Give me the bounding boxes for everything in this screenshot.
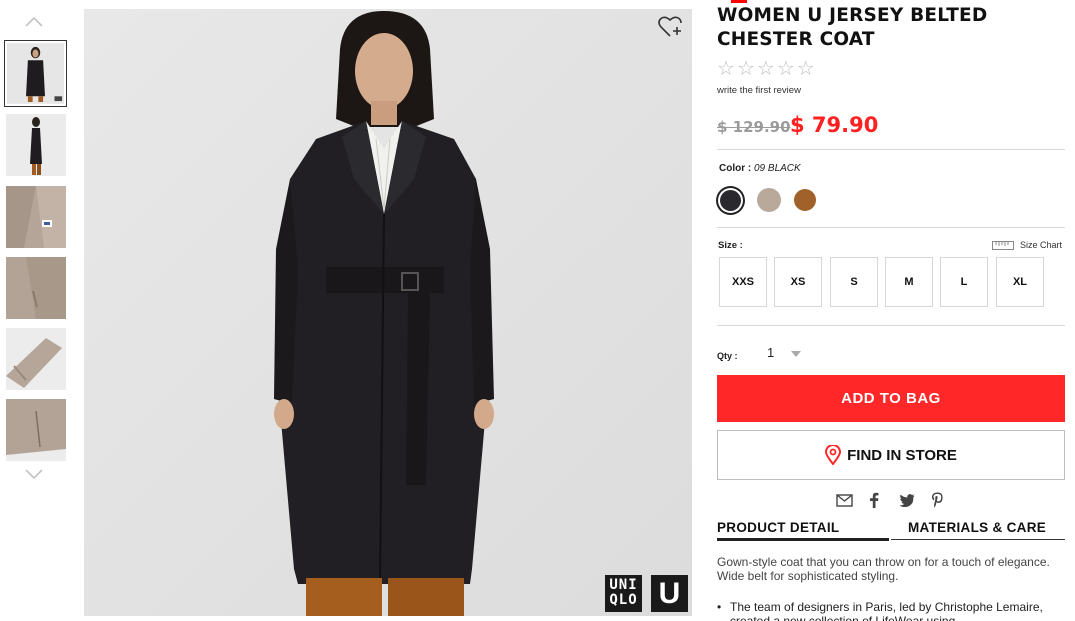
color-label: Color : 09 BLACK xyxy=(719,163,801,174)
color-swatch-beige[interactable] xyxy=(757,188,781,212)
color-swatch-black[interactable] xyxy=(720,190,741,211)
size-label: Size : xyxy=(718,240,743,251)
add-to-bag-button[interactable]: ADD TO BAG xyxy=(717,375,1065,422)
color-value: 09 BLACK xyxy=(754,163,801,174)
model-illustration xyxy=(84,9,692,616)
tab-underline xyxy=(891,539,1065,540)
star-icon[interactable]: ☆ xyxy=(757,59,775,79)
product-main-image[interactable]: UNI QLO U xyxy=(84,9,692,616)
thumbnail-sleeve[interactable] xyxy=(6,328,66,390)
rating-stars[interactable]: ☆ ☆ ☆ ☆ ☆ xyxy=(717,59,815,79)
thumbnail-collar[interactable] xyxy=(6,186,66,248)
thumbnail-side[interactable] xyxy=(6,114,66,176)
bullet-dot: • xyxy=(717,600,722,614)
product-info-panel: WOMEN U JERSEY BELTED CHESTER COAT ☆ ☆ ☆… xyxy=(717,0,1065,621)
tab-materials-care[interactable]: MATERIALS & CARE xyxy=(908,520,1046,540)
size-chart-label: Size Chart xyxy=(1020,240,1063,250)
size-chart-link[interactable]: Size Chart xyxy=(992,240,1062,250)
detail-bullet: • The team of designers in Paris, led by… xyxy=(717,600,1057,621)
mail-icon[interactable] xyxy=(835,491,853,509)
size-option-xxs[interactable]: XXS xyxy=(719,257,767,307)
uniqlo-logo: UNI QLO xyxy=(605,575,642,612)
star-icon[interactable]: ☆ xyxy=(797,59,815,79)
heart-plus-icon[interactable] xyxy=(658,15,684,39)
size-option-xs[interactable]: XS xyxy=(774,257,822,307)
logo-line-1: UNI xyxy=(609,577,638,593)
detail-bullet-text: The team of designers in Paris, led by C… xyxy=(730,600,1043,621)
tab-product-detail[interactable]: PRODUCT DETAIL xyxy=(717,520,839,540)
active-tab-indicator xyxy=(717,538,889,541)
thumbnail-hem[interactable] xyxy=(6,399,66,461)
logo-line-2: QLO xyxy=(609,592,638,608)
divider xyxy=(717,227,1065,228)
size-option-l[interactable]: L xyxy=(940,257,988,307)
find-in-store-label: FIND IN STORE xyxy=(847,446,957,464)
original-price: $ 129.90 xyxy=(717,118,791,136)
promo-flag xyxy=(731,0,747,3)
size-option-xl[interactable]: XL xyxy=(996,257,1044,307)
facebook-icon[interactable] xyxy=(865,491,883,509)
product-description: Gown-style coat that you can throw on fo… xyxy=(717,555,1050,583)
chevron-down-icon[interactable] xyxy=(24,468,44,482)
star-icon[interactable]: ☆ xyxy=(777,59,795,79)
size-option-s[interactable]: S xyxy=(830,257,878,307)
star-icon[interactable]: ☆ xyxy=(717,59,735,79)
qty-select-value[interactable]: 1 xyxy=(767,345,774,360)
color-swatch-brown[interactable] xyxy=(794,189,816,211)
star-icon[interactable]: ☆ xyxy=(737,59,755,79)
divider xyxy=(717,149,1065,150)
twitter-icon[interactable] xyxy=(898,491,916,509)
color-label-text: Color : xyxy=(719,163,752,174)
thumbnail-front[interactable] xyxy=(4,40,67,107)
write-review-link[interactable]: write the first review xyxy=(717,85,801,96)
thumbnail-rail xyxy=(0,0,72,621)
sale-price: $ 79.90 xyxy=(790,113,879,137)
size-option-m[interactable]: M xyxy=(885,257,933,307)
u-collection-logo: U xyxy=(651,575,688,612)
location-pin-icon xyxy=(825,445,842,465)
thumbnail-pocket[interactable] xyxy=(6,257,66,319)
qty-label: Qty : xyxy=(717,351,738,361)
caret-down-icon[interactable] xyxy=(791,351,801,357)
chevron-up-icon[interactable] xyxy=(24,14,44,28)
divider xyxy=(717,325,1065,326)
find-in-store-button[interactable]: FIND IN STORE xyxy=(717,430,1065,480)
pinterest-icon[interactable] xyxy=(928,491,946,509)
product-title: WOMEN U JERSEY BELTED CHESTER COAT xyxy=(717,5,988,50)
ruler-icon xyxy=(992,240,1014,250)
